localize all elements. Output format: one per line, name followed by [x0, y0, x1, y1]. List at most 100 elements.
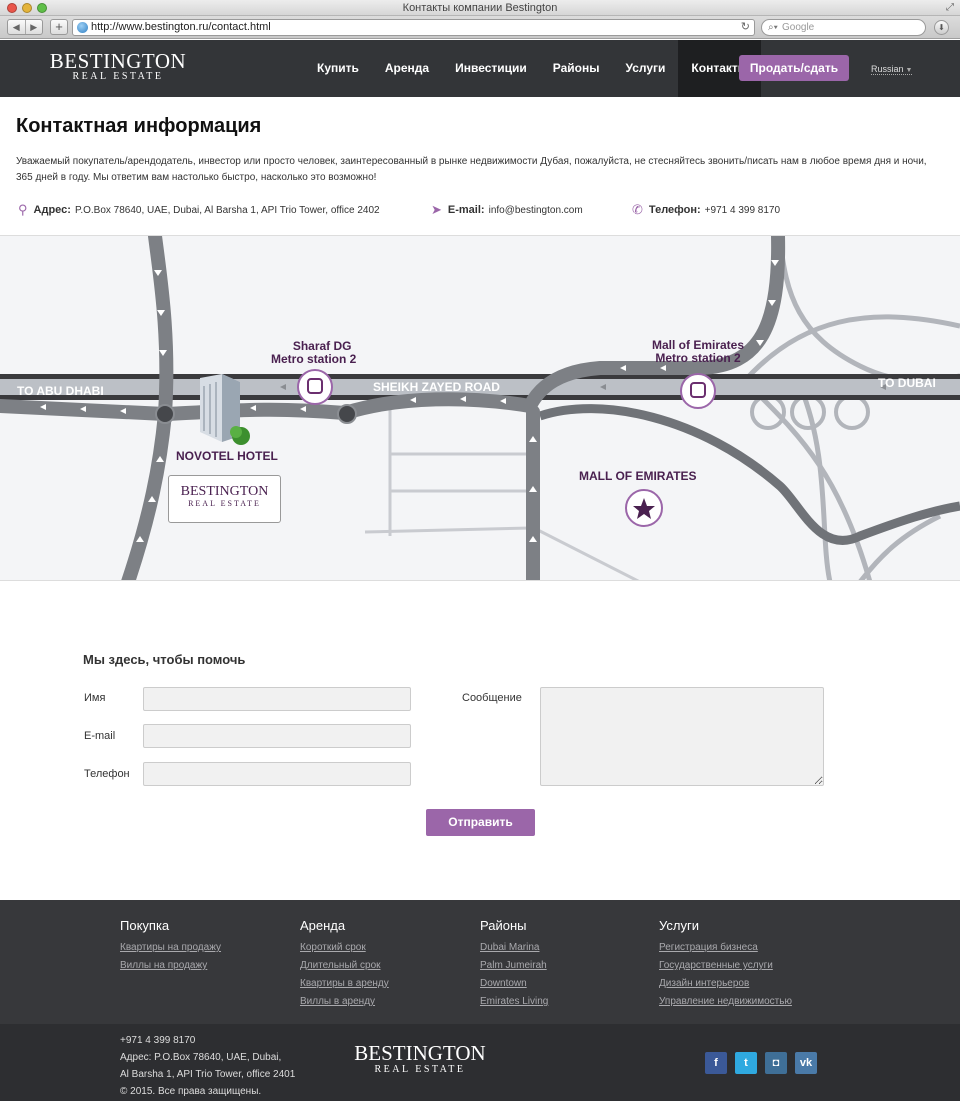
- name-label: Имя: [84, 692, 106, 704]
- address-value: P.O.Box 78640, UAE, Dubai, Al Barsha 1, …: [74, 204, 380, 216]
- window-controls: [7, 3, 47, 13]
- language-selector[interactable]: Russian ▼: [871, 64, 913, 75]
- window-titlebar: Контакты компании Bestington ⤢: [0, 0, 960, 16]
- sharaf-line2: Metro station 2: [271, 352, 357, 366]
- nav-item-invest[interactable]: Инвестиции: [442, 40, 540, 97]
- page-title: Контактная информация: [16, 115, 262, 137]
- footer-link[interactable]: Квартиры в аренду: [300, 975, 389, 993]
- language-label: Russian: [871, 64, 904, 74]
- close-window-button[interactable]: [7, 3, 17, 13]
- message-field[interactable]: [540, 687, 824, 786]
- downloads-icon[interactable]: ⬇: [934, 20, 949, 35]
- footer-link[interactable]: Виллы на продажу: [120, 957, 221, 975]
- map-label-sheikh-zayed: SHEIKH ZAYED ROAD: [373, 380, 500, 394]
- browser-search-placeholder: Google: [782, 22, 815, 33]
- footer-logo-main: BESTINGTON: [354, 1041, 486, 1065]
- map-card-main: BESTINGTON: [180, 484, 269, 499]
- footer-links: Покупка Квартиры на продажу Виллы на про…: [0, 900, 960, 1024]
- map-label-sharaf-dg: Sharaf DG Metro station 2: [271, 340, 356, 366]
- map-label-moe-station: Mall of Emirates Metro station 2: [652, 339, 744, 365]
- footer-phone: +971 4 399 8170: [120, 1035, 196, 1046]
- address-bar[interactable]: http://www.bestington.ru/contact.html ↻: [72, 19, 755, 36]
- map-pin-icon: ⚲: [18, 202, 28, 217]
- office-location-card: BESTINGTON REAL ESTATE: [168, 475, 281, 523]
- nav-item-services[interactable]: Услуги: [613, 40, 679, 97]
- footer-link[interactable]: Downtown: [480, 975, 548, 993]
- footer-link[interactable]: Emirates Living: [480, 993, 548, 1011]
- footer-link[interactable]: Управление недвижимостью: [659, 993, 792, 1011]
- nav-item-areas[interactable]: Районы: [540, 40, 613, 97]
- main-nav: Купить Аренда Инвестиции Районы Услуги К…: [304, 40, 762, 97]
- footer-address-1: Адрес: P.O.Box 78640, UAE, Dubai,: [120, 1052, 282, 1063]
- moe-station-line2: Metro station 2: [655, 351, 741, 365]
- minimize-window-button[interactable]: [22, 3, 32, 13]
- footer-link[interactable]: Короткий срок: [300, 939, 389, 957]
- footer-link[interactable]: Виллы в аренду: [300, 993, 389, 1011]
- email-label: E-mail:: [447, 204, 485, 216]
- footer-address-2: Al Barsha 1, API Trio Tower, office 2401: [120, 1069, 296, 1080]
- address-bar-url: http://www.bestington.ru/contact.html: [91, 21, 271, 33]
- footer-link[interactable]: Государственные услуги: [659, 957, 792, 975]
- footer-link[interactable]: Квартиры на продажу: [120, 939, 221, 957]
- chevron-down-icon: ▼: [905, 67, 913, 74]
- social-links: f t ◘ vk: [705, 1052, 817, 1074]
- zoom-window-button[interactable]: [37, 3, 47, 13]
- window-title: Контакты компании Bestington: [402, 2, 558, 14]
- email-field-label: E-mail: [84, 730, 116, 742]
- address-label: Адрес:: [33, 204, 71, 216]
- footer-link[interactable]: Регистрация бизнеса: [659, 939, 792, 957]
- phone-icon: ✆: [632, 202, 643, 217]
- map-graphic: [0, 236, 960, 580]
- twitter-icon[interactable]: t: [735, 1052, 757, 1074]
- phone-value: +971 4 399 8170: [704, 204, 781, 216]
- location-map[interactable]: TO ABU DHABI SHEIKH ZAYED ROAD TO DUBAI …: [0, 235, 960, 581]
- phone-field-label: Телефон: [84, 768, 130, 780]
- name-field[interactable]: [143, 687, 411, 711]
- vkontakte-icon[interactable]: vk: [795, 1052, 817, 1074]
- footer-col-title: Районы: [480, 918, 527, 933]
- footer-col-title: Услуги: [659, 918, 699, 933]
- fullscreen-icon[interactable]: ⤢: [946, 2, 954, 14]
- footer-link[interactable]: Дизайн интерьеров: [659, 975, 792, 993]
- footer-bottom: +971 4 399 8170 Адрес: P.O.Box 78640, UA…: [0, 1024, 960, 1101]
- reload-icon[interactable]: ↻: [741, 20, 750, 35]
- history-buttons: ◀ ▶: [7, 19, 43, 35]
- search-icon: ⌕▾: [768, 22, 778, 33]
- footer-col-services: Услуги Регистрация бизнеса Государственн…: [659, 918, 792, 1011]
- submit-button[interactable]: Отправить: [426, 809, 535, 836]
- footer-logo[interactable]: BESTINGTON REAL ESTATE: [350, 1041, 490, 1076]
- footer-col-areas: Районы Dubai Marina Palm Jumeirah Downto…: [480, 918, 548, 1011]
- new-tab-button[interactable]: +: [50, 19, 68, 35]
- phone-label: Телефон:: [648, 204, 701, 216]
- footer-col-buy: Покупка Квартиры на продажу Виллы на про…: [120, 918, 221, 975]
- site-header: BESTINGTON REAL ESTATE Купить Аренда Инв…: [0, 40, 960, 97]
- address-info: ⚲ Адрес: P.O.Box 78640, UAE, Dubai, Al B…: [18, 203, 380, 217]
- forward-button[interactable]: ▶: [26, 20, 43, 34]
- email-info: ➤ E-mail: info@bestington.com: [431, 203, 583, 217]
- browser-search-field[interactable]: ⌕▾ Google: [761, 19, 926, 36]
- nav-item-buy[interactable]: Купить: [304, 40, 372, 97]
- nav-item-rent[interactable]: Аренда: [372, 40, 442, 97]
- form-title: Мы здесь, чтобы помочь: [83, 652, 246, 667]
- footer-link[interactable]: Dubai Marina: [480, 939, 548, 957]
- contact-intro: Уважаемый покупатель/арендодатель, инвес…: [16, 156, 927, 183]
- facebook-icon[interactable]: f: [705, 1052, 727, 1074]
- footer-contact: +971 4 399 8170 Адрес: P.O.Box 78640, UA…: [120, 1032, 295, 1100]
- email-value[interactable]: info@bestington.com: [489, 205, 583, 216]
- footer-link[interactable]: Palm Jumeirah: [480, 957, 548, 975]
- footer-col-title: Аренда: [300, 918, 346, 933]
- sell-rent-button[interactable]: Продать/сдать: [739, 55, 849, 81]
- footer-copyright: © 2015. Все права защищены.: [120, 1086, 262, 1097]
- footer-link[interactable]: Длительный срок: [300, 957, 389, 975]
- site-logo[interactable]: BESTINGTON REAL ESTATE: [48, 51, 188, 83]
- map-card-sub: REAL ESTATE: [188, 499, 261, 508]
- message-label: Сообщение: [462, 692, 522, 704]
- paper-plane-icon: ➤: [431, 202, 442, 217]
- map-label-to-dubai: TO DUBAI: [878, 376, 936, 390]
- phone-field[interactable]: [143, 762, 411, 786]
- back-button[interactable]: ◀: [8, 20, 26, 34]
- instagram-icon[interactable]: ◘: [765, 1052, 787, 1074]
- footer-logo-sub: REAL ESTATE: [374, 1064, 466, 1075]
- footer-col-rent: Аренда Короткий срок Длительный срок Ква…: [300, 918, 389, 1011]
- email-field[interactable]: [143, 724, 411, 748]
